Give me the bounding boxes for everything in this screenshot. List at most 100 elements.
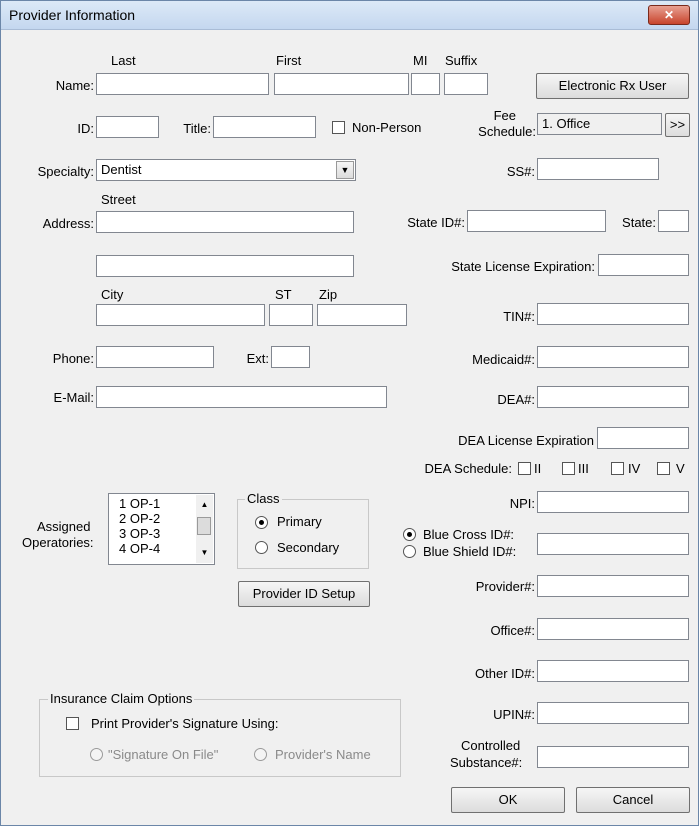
- medicaid-input[interactable]: [537, 346, 689, 368]
- close-button[interactable]: ✕: [648, 5, 690, 25]
- dea-schedule-v-label: V: [676, 461, 685, 476]
- last-column-label: Last: [111, 53, 136, 68]
- dea-schedule-v-checkbox[interactable]: [657, 462, 670, 475]
- provider-id-setup-button[interactable]: Provider ID Setup: [238, 581, 370, 607]
- provider-number-input[interactable]: [537, 575, 689, 597]
- title-bar[interactable]: Provider Information ✕: [1, 1, 698, 30]
- non-person-checkbox[interactable]: [332, 121, 345, 134]
- city-label: City: [101, 287, 124, 302]
- print-signature-label: Print Provider's Signature Using:: [91, 716, 279, 731]
- title-input[interactable]: [213, 116, 316, 138]
- ext-label: Ext:: [246, 351, 269, 366]
- state-license-input[interactable]: [598, 254, 689, 276]
- ss-label: SS#:: [506, 164, 535, 179]
- scrollbar-thumb[interactable]: [197, 517, 211, 535]
- city-input[interactable]: [96, 304, 265, 326]
- phone-label: Phone:: [52, 351, 94, 366]
- street-input-2[interactable]: [96, 255, 354, 277]
- blue-cross-radio[interactable]: [403, 528, 416, 541]
- controlled-label-line1: Controlled: [461, 738, 521, 753]
- non-person-label: Non-Person: [352, 120, 422, 135]
- npi-label: NPI:: [509, 496, 535, 511]
- dea-label: DEA#:: [497, 392, 535, 407]
- state-id-label: State ID#:: [407, 215, 465, 230]
- street-label: Street: [101, 192, 136, 207]
- scroll-down-icon[interactable]: ▼: [196, 545, 213, 561]
- first-name-input[interactable]: [274, 73, 409, 95]
- state-input[interactable]: [658, 210, 689, 232]
- signature-on-file-radio[interactable]: [90, 748, 103, 761]
- ss-input[interactable]: [537, 158, 659, 180]
- fee-label-line1: Fee: [493, 108, 516, 123]
- other-id-label: Other ID#:: [475, 666, 535, 681]
- ok-button[interactable]: OK: [451, 787, 565, 813]
- mi-input[interactable]: [411, 73, 440, 95]
- list-item[interactable]: 3 OP-3: [119, 527, 160, 541]
- list-item[interactable]: 1 OP-1: [119, 497, 160, 511]
- title-label: Title:: [183, 121, 211, 136]
- specialty-select[interactable]: Dentist ▼: [96, 159, 356, 181]
- operatories-listbox[interactable]: 1 OP-1 2 OP-2 3 OP-3 4 OP-4 ▲ ▼: [108, 493, 215, 565]
- close-icon: ✕: [663, 8, 675, 22]
- state-label: State:: [622, 215, 656, 230]
- street-input-1[interactable]: [96, 211, 354, 233]
- zip-label: Zip: [319, 287, 338, 302]
- mi-column-label: MI: [413, 53, 428, 68]
- dea-schedule-label: DEA Schedule:: [424, 461, 512, 476]
- scroll-up-icon[interactable]: ▲: [196, 497, 213, 513]
- print-signature-checkbox[interactable]: [66, 717, 79, 730]
- list-item[interactable]: 2 OP-2: [119, 512, 160, 526]
- blue-cross-label: Blue Cross ID#:: [423, 527, 515, 542]
- address-label: Address:: [42, 216, 94, 231]
- npi-input[interactable]: [537, 491, 689, 513]
- dea-input[interactable]: [537, 386, 689, 408]
- secondary-radio[interactable]: [255, 541, 268, 554]
- id-input[interactable]: [96, 116, 159, 138]
- ext-input[interactable]: [271, 346, 310, 368]
- dea-schedule-ii-checkbox[interactable]: [518, 462, 531, 475]
- first-column-label: First: [276, 53, 302, 68]
- list-item[interactable]: 4 OP-4: [119, 542, 160, 556]
- primary-label: Primary: [277, 514, 322, 529]
- controlled-substance-input[interactable]: [537, 746, 689, 768]
- dea-schedule-iv-checkbox[interactable]: [611, 462, 624, 475]
- medicaid-label: Medicaid#:: [472, 352, 535, 367]
- assigned-label: Assigned: [37, 519, 91, 534]
- specialty-selected: Dentist: [101, 162, 142, 177]
- signature-on-file-label: "Signature On File": [108, 747, 219, 762]
- primary-radio[interactable]: [255, 516, 268, 529]
- blue-shield-label: Blue Shield ID#:: [423, 544, 517, 559]
- electronic-rx-user-button[interactable]: Electronic Rx User: [536, 73, 689, 99]
- providers-name-radio[interactable]: [254, 748, 267, 761]
- tin-input[interactable]: [537, 303, 689, 325]
- name-label: Name:: [55, 78, 94, 93]
- zip-input[interactable]: [317, 304, 407, 326]
- insurance-claim-legend: Insurance Claim Options: [48, 691, 195, 707]
- other-id-input[interactable]: [537, 660, 689, 682]
- insurance-claim-group: [39, 699, 401, 777]
- operatories-scrollbar[interactable]: ▲ ▼: [196, 495, 213, 563]
- chevron-down-icon[interactable]: ▼: [336, 161, 354, 179]
- fee-schedule-field: 1. Office: [537, 113, 662, 135]
- cancel-button[interactable]: Cancel: [576, 787, 690, 813]
- dea-schedule-iii-checkbox[interactable]: [562, 462, 575, 475]
- upin-input[interactable]: [537, 702, 689, 724]
- suffix-column-label: Suffix: [445, 53, 478, 68]
- fee-label-line2: Schedule:: [478, 124, 536, 139]
- upin-label: UPIN#:: [493, 707, 535, 722]
- fee-schedule-button[interactable]: >>: [665, 113, 690, 137]
- st-input[interactable]: [269, 304, 313, 326]
- last-name-input[interactable]: [96, 73, 269, 95]
- provider-information-dialog: Provider Information ✕ Last First MI Suf…: [0, 0, 699, 826]
- email-input[interactable]: [96, 386, 387, 408]
- blue-shield-radio[interactable]: [403, 545, 416, 558]
- state-license-label: State License Expiration:: [451, 259, 595, 274]
- dea-license-input[interactable]: [597, 427, 689, 449]
- blue-id-input[interactable]: [537, 533, 689, 555]
- state-id-input[interactable]: [467, 210, 606, 232]
- phone-input[interactable]: [96, 346, 214, 368]
- st-label: ST: [275, 287, 292, 302]
- suffix-input[interactable]: [444, 73, 488, 95]
- dea-license-label: DEA License Expiration: [458, 433, 594, 448]
- office-number-input[interactable]: [537, 618, 689, 640]
